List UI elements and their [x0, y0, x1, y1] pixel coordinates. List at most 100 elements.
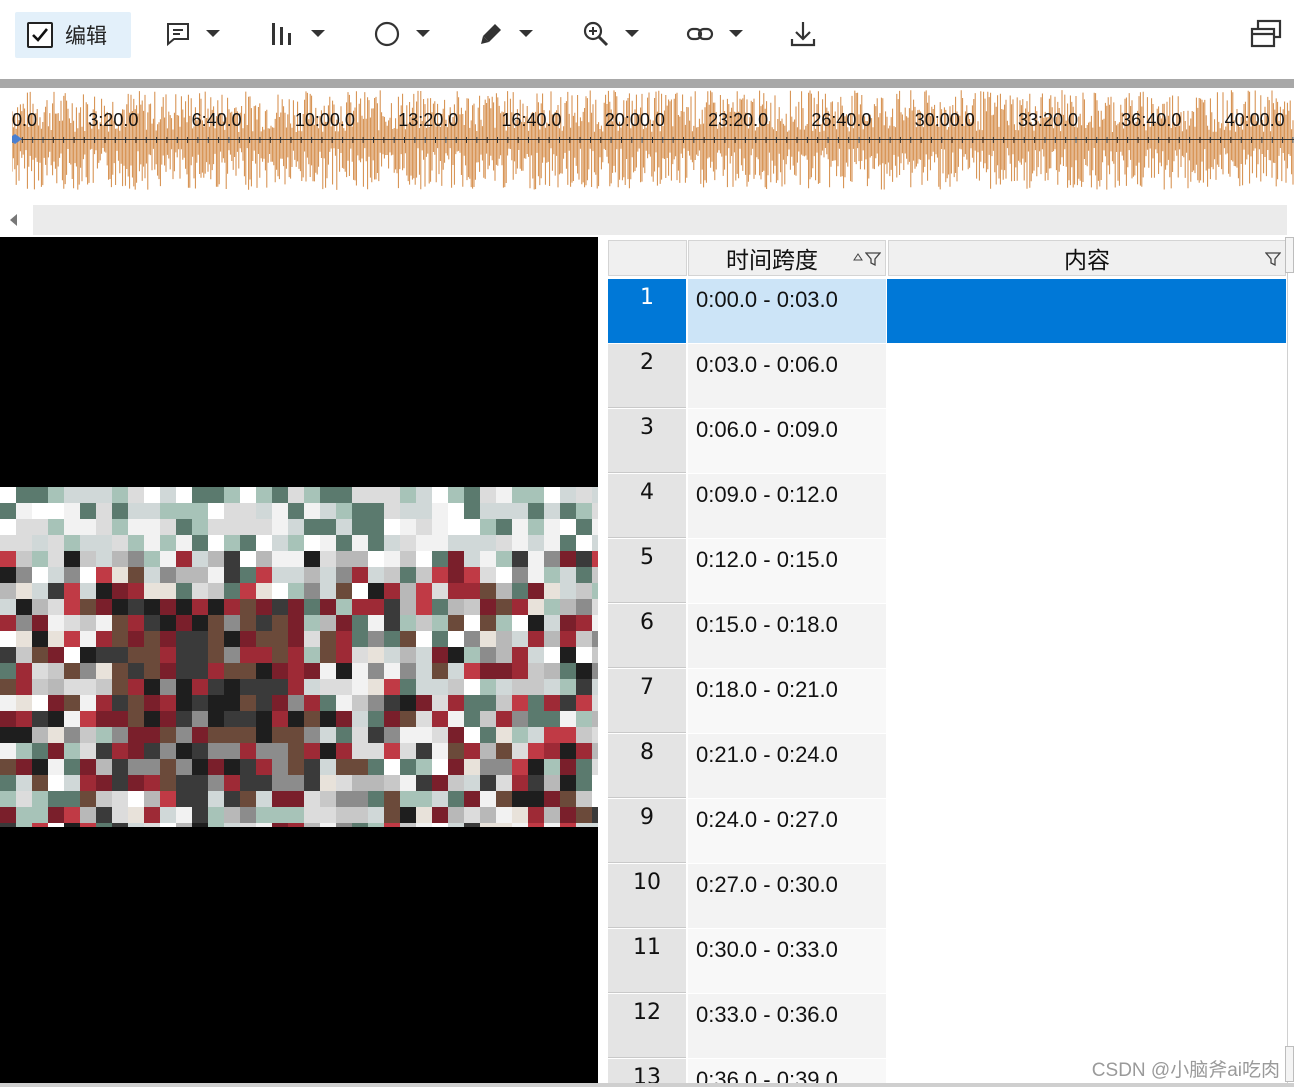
header-content[interactable]: 内容: [888, 240, 1286, 276]
restore-window-button[interactable]: [1250, 18, 1282, 50]
toolbar-divider: [0, 79, 1294, 88]
table-row[interactable]: 9 0:24.0 - 0:27.0: [608, 799, 1286, 864]
highlight-tool-button[interactable]: [478, 18, 534, 50]
content-cell[interactable]: [887, 604, 1286, 668]
row-number[interactable]: 2: [608, 344, 686, 408]
row-number[interactable]: 5: [608, 539, 686, 603]
zoom-in-icon: [583, 21, 609, 47]
table-row[interactable]: 12 0:33.0 - 0:36.0: [608, 994, 1286, 1059]
timeline-tick-label: 20:00.0: [604, 110, 665, 130]
filter-icon[interactable]: [1265, 251, 1281, 267]
waveform-graph: [12, 90, 1294, 190]
edit-checkbox[interactable]: [27, 22, 53, 48]
timeline-tick-label: 13:20.0: [398, 110, 459, 130]
content-cell[interactable]: [887, 864, 1286, 928]
row-number[interactable]: 12: [608, 994, 686, 1058]
vertical-scrollbar[interactable]: [1287, 237, 1294, 1083]
table-row[interactable]: 10 0:27.0 - 0:30.0: [608, 864, 1286, 929]
row-number[interactable]: 6: [608, 604, 686, 668]
row-number[interactable]: 1: [608, 279, 686, 343]
comment-tool-button[interactable]: [165, 18, 221, 50]
row-number[interactable]: 7: [608, 669, 686, 733]
row-number[interactable]: 13: [608, 1059, 686, 1083]
content-cell[interactable]: [887, 734, 1286, 798]
download-button[interactable]: [789, 18, 817, 50]
filter-icon[interactable]: [865, 251, 881, 267]
chevron-down-icon[interactable]: [310, 29, 326, 39]
table-row[interactable]: 7 0:18.0 - 0:21.0: [608, 669, 1286, 734]
table-row[interactable]: 5 0:12.0 - 0:15.0: [608, 539, 1286, 604]
content-cell[interactable]: [887, 474, 1286, 538]
header-corner[interactable]: [608, 240, 687, 276]
sort-asc-icon[interactable]: [853, 253, 863, 261]
content-cell[interactable]: [887, 279, 1286, 343]
content-cell[interactable]: [887, 539, 1286, 603]
time-span-cell[interactable]: 0:15.0 - 0:18.0: [688, 604, 886, 668]
header-time-span[interactable]: 时间跨度: [688, 240, 886, 276]
bottom-border: [0, 1083, 1294, 1087]
table-row[interactable]: 11 0:30.0 - 0:33.0: [608, 929, 1286, 994]
shape-tool-button[interactable]: [373, 18, 431, 50]
timeline-tick-label: 30:00.0: [914, 110, 975, 130]
download-icon: [790, 22, 816, 47]
time-span-cell[interactable]: 0:21.0 - 0:24.0: [688, 734, 886, 798]
time-span-cell[interactable]: 0:03.0 - 0:06.0: [688, 344, 886, 408]
timeline-axis: [12, 139, 1294, 140]
content-cell[interactable]: [887, 409, 1286, 473]
content-cell[interactable]: [887, 994, 1286, 1058]
scrollbar-track[interactable]: [33, 205, 1287, 235]
time-span-cell[interactable]: 0:33.0 - 0:36.0: [688, 994, 886, 1058]
table-row[interactable]: 2 0:03.0 - 0:06.0: [608, 344, 1286, 409]
row-number[interactable]: 4: [608, 474, 686, 538]
content-cell[interactable]: [887, 929, 1286, 993]
timeline-tick-label: 33:20.0: [1018, 110, 1079, 130]
time-span-cell[interactable]: 0:24.0 - 0:27.0: [688, 799, 886, 863]
row-number[interactable]: 11: [608, 929, 686, 993]
time-span-cell[interactable]: 0:00.0 - 0:03.0: [688, 279, 886, 343]
subtitle-grid: 时间跨度 内容 1 0:00.0 - 0:03.0 2 0:03.0 - 0:06.0…: [608, 240, 1286, 1083]
watermark: CSDN @小脑斧ai吃肉: [1091, 1060, 1280, 1081]
table-row[interactable]: 3 0:06.0 - 0:09.0: [608, 409, 1286, 474]
chevron-down-icon[interactable]: [518, 29, 534, 39]
row-number[interactable]: 3: [608, 409, 686, 473]
chevron-down-icon[interactable]: [415, 29, 431, 39]
chevron-down-icon[interactable]: [624, 29, 640, 39]
zoom-tool-button[interactable]: [582, 18, 640, 50]
time-span-cell[interactable]: 0:36.0 - 0:39.0: [688, 1059, 886, 1083]
scroll-left-icon[interactable]: [8, 213, 18, 227]
time-span-cell[interactable]: 0:06.0 - 0:09.0: [688, 409, 886, 473]
timeline-tick-label: 00.0: [12, 110, 38, 130]
chevron-down-icon[interactable]: [205, 29, 221, 39]
scroll-down-button[interactable]: [1285, 1046, 1294, 1082]
time-span-cell[interactable]: 0:27.0 - 0:30.0: [688, 864, 886, 928]
align-tool-button[interactable]: [270, 18, 326, 50]
playhead-marker[interactable]: [12, 133, 22, 145]
horizontal-scrollbar[interactable]: [0, 205, 1294, 235]
row-number[interactable]: 10: [608, 864, 686, 928]
edit-toggle-button[interactable]: 编辑: [15, 12, 131, 58]
timeline-tick-label: 40:00.0: [1224, 110, 1285, 130]
toolbar: 编辑: [0, 0, 1294, 70]
row-number[interactable]: 9: [608, 799, 686, 863]
table-row[interactable]: 6 0:15.0 - 0:18.0: [608, 604, 1286, 669]
table-row[interactable]: 4 0:09.0 - 0:12.0: [608, 474, 1286, 539]
scroll-up-button[interactable]: [1285, 237, 1294, 273]
table-row[interactable]: 1 0:00.0 - 0:03.0: [608, 279, 1286, 344]
timeline-tick-label: 26:40.0: [811, 110, 872, 130]
header-content-label: 内容: [1064, 248, 1110, 274]
time-span-cell[interactable]: 0:09.0 - 0:12.0: [688, 474, 886, 538]
chevron-down-icon[interactable]: [728, 29, 744, 39]
audio-waveform[interactable]: 00.0 3:20.0 6:40.0 10:00.0 13:20.0 16:40.0 20:…: [12, 88, 1294, 192]
content-cell[interactable]: [887, 669, 1286, 733]
content-cell[interactable]: [887, 344, 1286, 408]
content-cell[interactable]: [887, 799, 1286, 863]
time-span-cell[interactable]: 0:18.0 - 0:21.0: [688, 669, 886, 733]
timeline-tick-label: 3:20.0: [88, 110, 139, 130]
link-tool-button[interactable]: [686, 18, 744, 50]
row-number[interactable]: 8: [608, 734, 686, 798]
video-preview[interactable]: [0, 237, 598, 1083]
time-span-cell[interactable]: 0:12.0 - 0:15.0: [688, 539, 886, 603]
table-row[interactable]: 8 0:21.0 - 0:24.0: [608, 734, 1286, 799]
timeline-tick-label: 6:40.0: [191, 110, 242, 130]
time-span-cell[interactable]: 0:30.0 - 0:33.0: [688, 929, 886, 993]
